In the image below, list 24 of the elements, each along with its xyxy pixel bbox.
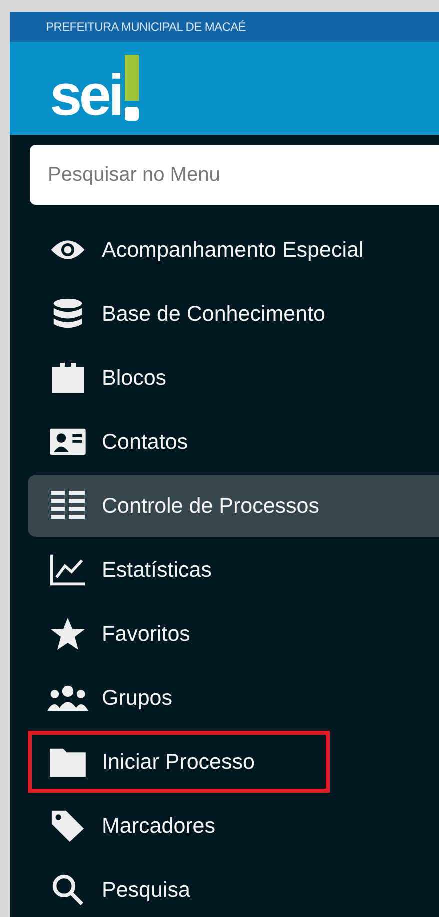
- logo-text: sei: [50, 66, 122, 124]
- menu-item[interactable]: Marcadores: [28, 795, 439, 857]
- menu-item[interactable]: Estatísticas: [28, 539, 439, 601]
- menu-item[interactable]: Blocos: [28, 347, 439, 409]
- search-field[interactable]: Pesquisar no Menu: [30, 145, 439, 205]
- menu-item[interactable]: Controle de Processos: [28, 475, 439, 537]
- star-icon: [50, 617, 86, 651]
- menu-item[interactable]: Favoritos: [28, 603, 439, 665]
- menu-item[interactable]: Acompanhamento Especial: [28, 219, 439, 281]
- search-icon: [51, 873, 85, 907]
- menu-item[interactable]: Base de Conhecimento: [28, 283, 439, 345]
- folder-icon: [49, 746, 87, 778]
- exclamation-icon: [124, 52, 140, 122]
- tag-icon: [50, 809, 86, 843]
- database-icon: [52, 298, 84, 330]
- contact-card-icon: [49, 427, 87, 457]
- group-icon: [46, 684, 90, 712]
- menu-item[interactable]: Grupos: [28, 667, 439, 729]
- cube-icon: [50, 361, 86, 395]
- menu-item[interactable]: Contatos: [28, 411, 439, 473]
- organization-name: PREFEITURA MUNICIPAL DE MACAÉ: [46, 20, 246, 34]
- menu-item[interactable]: Pesquisa: [28, 859, 439, 917]
- line-chart-icon: [49, 553, 87, 587]
- menu-item[interactable]: Iniciar Processo: [28, 731, 330, 793]
